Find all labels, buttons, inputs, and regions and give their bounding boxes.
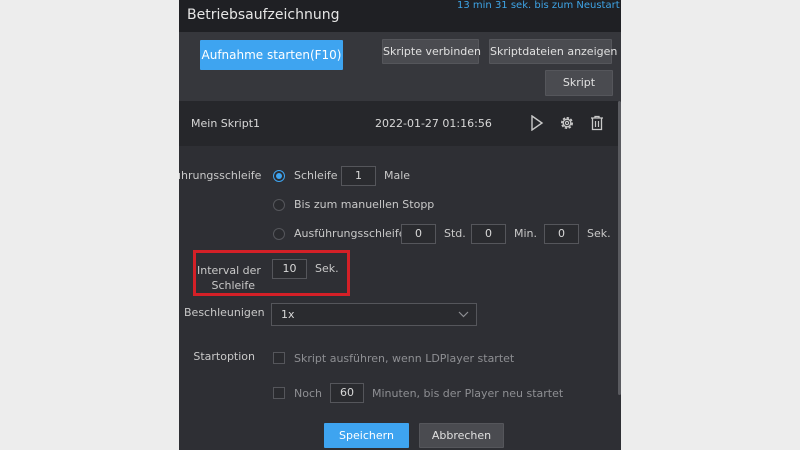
window-title: Betriebsaufzeichnung [187, 7, 340, 23]
start-recording-button[interactable]: Aufnahme starten(F10) [200, 40, 343, 70]
loop-label: ührungsschleife [179, 169, 262, 182]
exec-loop-radio[interactable] [273, 228, 285, 240]
loop-unit: Male [384, 169, 411, 182]
loop-count-input[interactable]: 1 [341, 166, 376, 186]
script-settings-form: ührungsschleife Schleife 1 Male Bis zum … [179, 146, 621, 450]
script-list-item[interactable]: Mein Skript1 2022-01-27 01:16:56 [179, 101, 621, 146]
restart-prefix: Noch [294, 387, 322, 400]
trash-icon[interactable] [590, 115, 604, 131]
run-on-start-label: Skript ausführen, wenn LDPlayer startet [294, 352, 515, 365]
play-icon[interactable] [530, 115, 544, 131]
restart-player-checkbox[interactable] [273, 387, 285, 399]
manual-stop-radio[interactable] [273, 199, 285, 211]
restart-countdown: 13 min 31 sek. bis zum Neustart [457, 0, 620, 11]
exec-minutes-unit: Min. [514, 227, 538, 240]
exec-minutes-input[interactable]: 0 [471, 224, 506, 244]
show-script-files-button[interactable]: Skriptdateien anzeigen [489, 39, 617, 64]
toolbar: Aufnahme starten(F10) Skripte verbinden … [179, 32, 621, 101]
connect-scripts-button[interactable]: Skripte verbinden [382, 39, 481, 64]
exec-loop-label: Ausführungsschleife [294, 227, 406, 240]
cancel-button[interactable]: Abbrechen [419, 423, 504, 448]
start-option-label: Startoption [193, 350, 255, 363]
run-on-start-checkbox[interactable] [273, 352, 285, 364]
scrollbar[interactable] [618, 101, 621, 395]
exec-seconds-input[interactable]: 0 [544, 224, 579, 244]
chevron-down-icon [458, 311, 469, 318]
script-name: Mein Skript1 [191, 117, 261, 130]
accelerate-value: 1x [281, 308, 295, 321]
restart-minutes-input[interactable]: 60 [330, 383, 364, 403]
script-button[interactable]: Skript [545, 70, 613, 96]
loop-option-label: Schleife [294, 169, 338, 182]
accelerate-select[interactable]: 1x [271, 303, 477, 326]
restart-suffix: Minuten, bis der Player neu startet [372, 387, 564, 400]
accelerate-label: Beschleunigen [184, 306, 265, 319]
exec-hours-unit: Std. [444, 227, 466, 240]
gear-icon[interactable] [559, 115, 575, 131]
recording-panel: Betriebsaufzeichnung 13 min 31 sek. bis … [179, 0, 621, 450]
manual-stop-label: Bis zum manuellen Stopp [294, 198, 435, 211]
exec-hours-input[interactable]: 0 [401, 224, 436, 244]
exec-seconds-unit: Sek. [587, 227, 611, 240]
title-bar: Betriebsaufzeichnung 13 min 31 sek. bis … [179, 0, 621, 32]
loop-radio[interactable] [273, 170, 285, 182]
highlight-box [193, 250, 350, 296]
script-datetime: 2022-01-27 01:16:56 [375, 117, 492, 130]
save-button[interactable]: Speichern [324, 423, 409, 448]
